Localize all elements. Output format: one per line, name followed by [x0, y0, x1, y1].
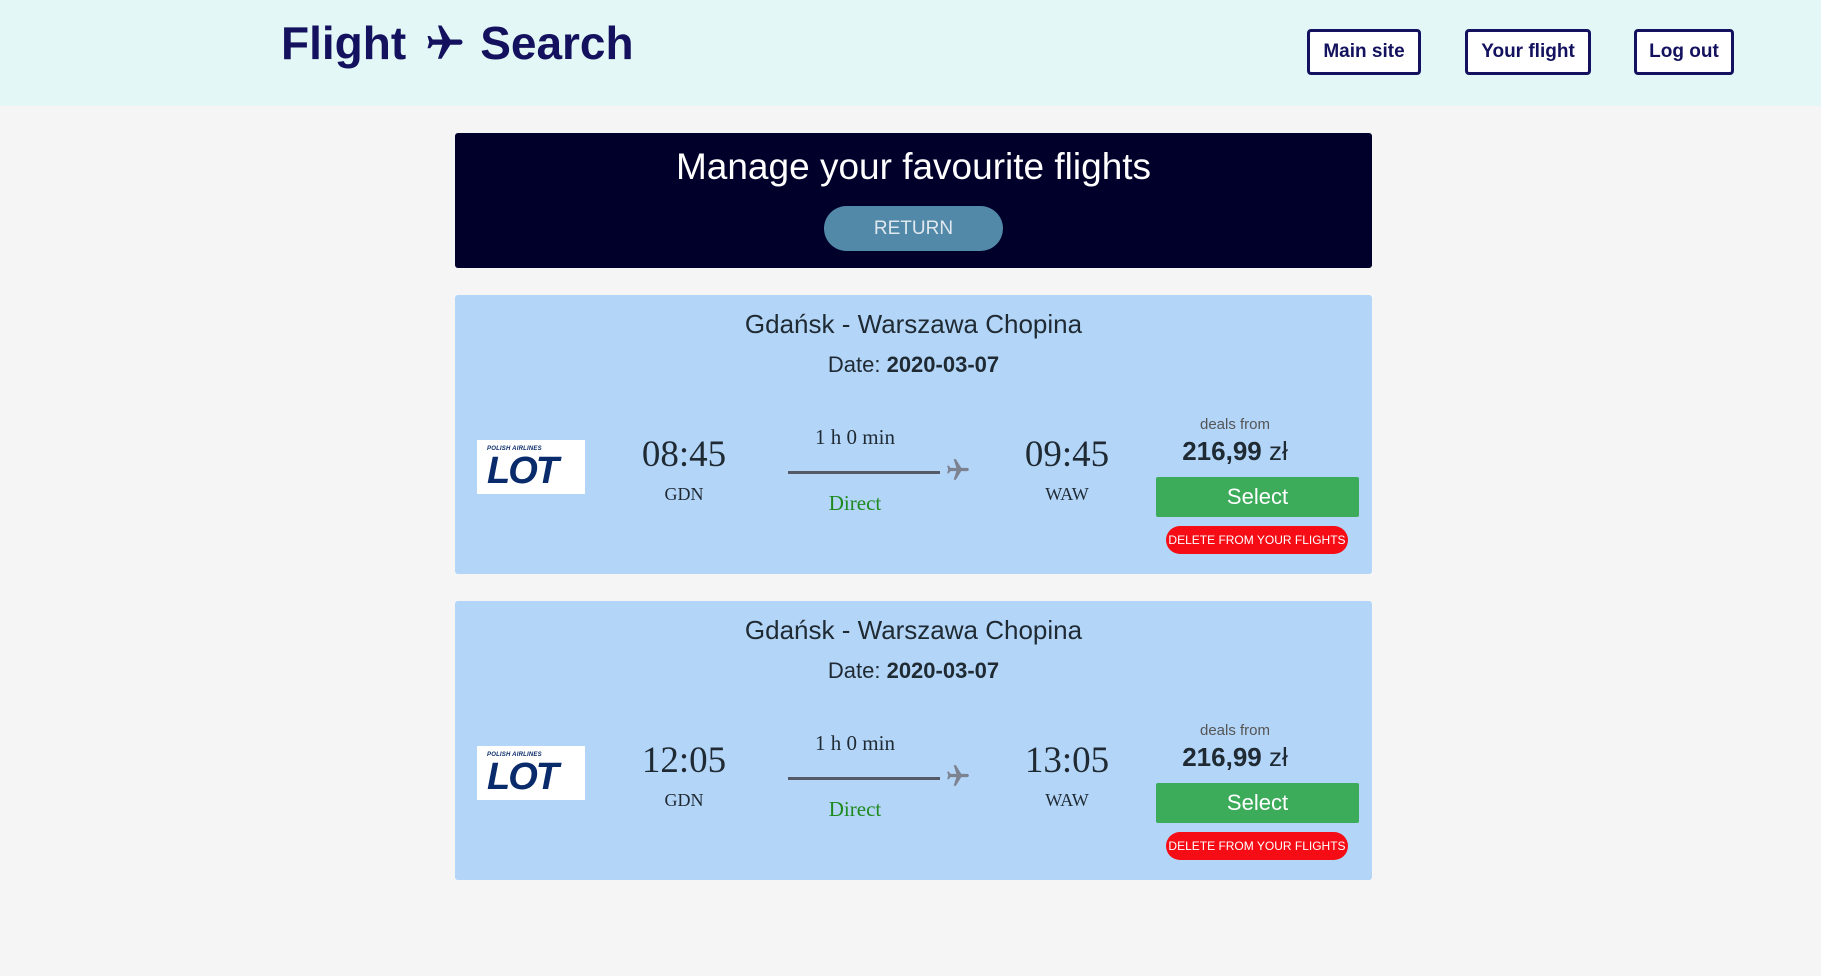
- arrival-airport-code: WAW: [1045, 484, 1089, 504]
- arrival-time: 09:45: [1024, 434, 1110, 475]
- arrival-time: 13:05: [1024, 740, 1110, 781]
- airplane-icon: [947, 765, 969, 786]
- airline-logo-text: LOT: [487, 756, 559, 798]
- top-header: Flight Search Main site Your flight Log …: [0, 0, 1821, 106]
- airline-logo: POLISH AIRLINES LOT: [477, 440, 585, 494]
- flight-date: Date: 2020-03-07: [455, 658, 1372, 684]
- airplane-icon: [947, 459, 969, 480]
- route-line: [788, 777, 940, 780]
- arrival-airport-code: WAW: [1045, 790, 1089, 810]
- airplane-icon: [424, 22, 466, 64]
- deals-label: deals from: [1199, 722, 1271, 739]
- delete-flight-button[interactable]: DELETE FROM YOUR FLIGHTS: [1166, 526, 1348, 554]
- price-value: 216,99: [1182, 436, 1262, 466]
- your-flight-button[interactable]: Your flight: [1465, 29, 1591, 75]
- price: 216,99 zł: [1135, 742, 1335, 773]
- flight-route: Gdańsk - Warszawa Chopina: [744, 309, 1083, 339]
- price-currency: zł: [1268, 436, 1288, 466]
- date-label: Date:: [827, 352, 881, 377]
- flight-card: Gdańsk - Warszawa Chopina Date: 2020-03-…: [455, 295, 1372, 574]
- deals-label: deals from: [1199, 416, 1271, 433]
- departure-airport-code: GDN: [664, 790, 704, 810]
- select-button[interactable]: Select: [1156, 783, 1359, 823]
- date-value: 2020-03-07: [886, 352, 1000, 377]
- date-value: 2020-03-07: [886, 658, 1000, 683]
- airline-logo: POLISH AIRLINES LOT: [477, 746, 585, 800]
- flight-date: Date: 2020-03-07: [455, 352, 1372, 378]
- main-site-button[interactable]: Main site: [1307, 29, 1421, 75]
- departure-time: 12:05: [641, 740, 727, 781]
- departure-airport-code: GDN: [664, 484, 704, 504]
- return-button[interactable]: RETURN: [824, 206, 1003, 251]
- flight-route: Gdańsk - Warszawa Chopina: [744, 615, 1083, 645]
- flight-duration: 1 h 0 min: [815, 425, 895, 449]
- price: 216,99 zł: [1135, 436, 1335, 467]
- airline-logo-text: LOT: [487, 450, 559, 492]
- departure-time: 08:45: [641, 434, 727, 475]
- route-line: [788, 471, 940, 474]
- delete-flight-button[interactable]: DELETE FROM YOUR FLIGHTS: [1166, 832, 1348, 860]
- flight-card: Gdańsk - Warszawa Chopina Date: 2020-03-…: [455, 601, 1372, 880]
- select-button[interactable]: Select: [1156, 477, 1359, 517]
- price-currency: zł: [1268, 742, 1288, 772]
- brand-logo[interactable]: Flight Search: [281, 16, 634, 70]
- flight-duration: 1 h 0 min: [815, 731, 895, 755]
- stops-info: Direct: [828, 491, 882, 515]
- log-out-button[interactable]: Log out: [1634, 29, 1734, 75]
- price-value: 216,99: [1182, 742, 1262, 772]
- brand-text-flight: Flight: [281, 17, 407, 69]
- brand-text-search: Search: [480, 17, 634, 69]
- page-title: Manage your favourite flights: [675, 146, 1152, 187]
- date-label: Date:: [827, 658, 881, 683]
- stops-info: Direct: [828, 797, 882, 821]
- manage-flights-banner: Manage your favourite flights RETURN: [455, 133, 1372, 268]
